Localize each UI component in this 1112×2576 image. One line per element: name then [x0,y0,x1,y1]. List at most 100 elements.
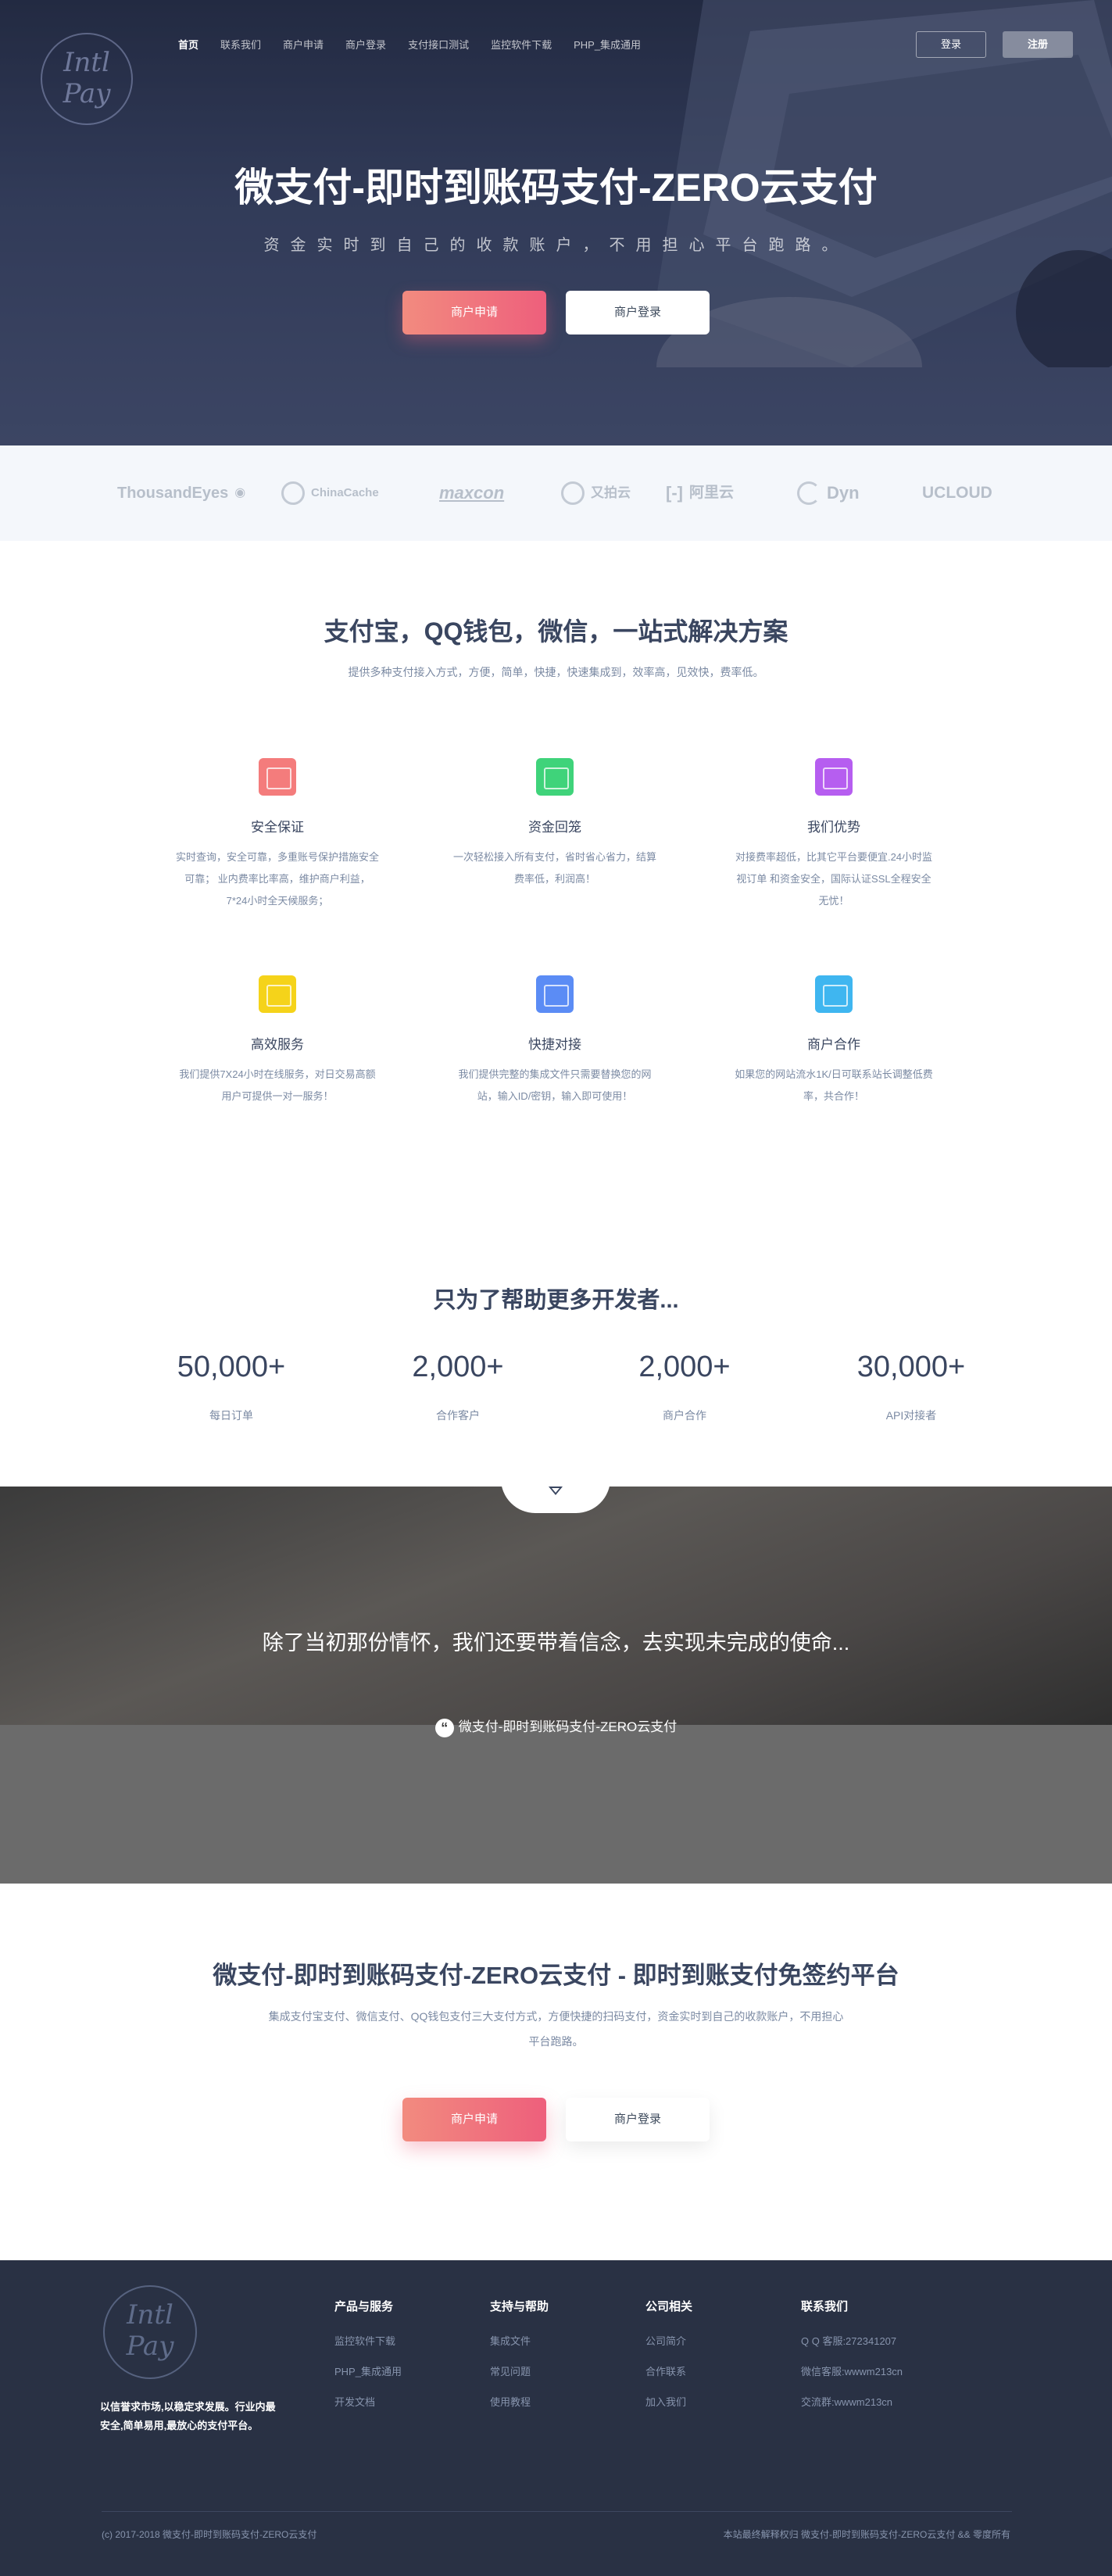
cta-login-button[interactable]: 商户登录 [566,2098,710,2141]
feature-title: 高效服务 [251,1037,304,1052]
footer-link[interactable]: 加入我们 [645,2394,692,2409]
footer-divider [102,2511,1012,2512]
feature-desc: 我们提供7X24小时在线服务，对日交易高额用户可提供一对一服务！ [179,1068,376,1102]
feature-quick-integration: 快捷对接 我们提供完整的集成文件只需要替换您的网站，输入ID/密钥，输入即可使用… [438,975,672,1107]
quote-source: “ 微支付-即时到账码支付-ZERO云支付 [0,1716,1112,1737]
feature-title: 资金回笼 [528,820,581,835]
layout-icon [815,758,853,796]
scroll-down-notch[interactable] [501,1479,610,1513]
edit-icon [536,975,574,1013]
footer-col-title: 联系我们 [801,2300,849,2313]
expand-icon [815,975,853,1013]
partner-logo-maxcon: maxcon [439,483,505,503]
feature-advantage: 我们优势 对接费率超低，比其它平台要便宜.24小时监视订单 和资金安全，国际认证… [717,758,951,912]
stat-merchants: 2,000+ 商户合作 [567,1351,802,1423]
quote-band [0,1487,1112,1884]
nav-api-test[interactable]: 支付接口测试 [408,37,469,52]
quote-text: 除了当初那份情怀，我们还要带着信念，去实现未完成的使命... [262,1631,850,1655]
feature-desc: 如果您的网站流水1K/日可联系站长调整低费率，共合作！ [735,1068,933,1102]
stat-number: 2,000+ [638,1351,731,1383]
feature-fund-return: 资金回笼 一次轻松接入所有支付，省时省心省力，结算费率低，利润高！ [438,758,672,890]
footer-logo[interactable]: Intl Pay [103,2285,197,2379]
feature-title: 我们优势 [807,820,860,835]
footer-copyright: (c) 2017-2018 微支付-即时到账码支付-ZERO云支付 [102,2529,317,2540]
dyn-icon [797,481,821,505]
stats-title: 只为了帮助更多开发者... [433,1288,679,1313]
footer-link[interactable]: 集成文件 [490,2333,549,2348]
site-logo[interactable]: Intl Pay [41,33,133,125]
feature-desc: 对接费率超低，比其它平台要便宜.24小时监视订单 和资金安全，国际认证SSL全程… [735,851,933,907]
stat-label: 商户合作 [663,1409,706,1422]
eye-icon: ◉ [234,486,246,499]
upyun-icon [561,481,585,505]
footer-col-title: 公司相关 [645,2300,693,2313]
footer-link[interactable]: 常见问题 [490,2363,549,2378]
stat-label: 每日订单 [209,1409,253,1422]
login-button[interactable]: 登录 [916,31,986,58]
partner-logo-aliyun: [-] 阿里云 [666,480,734,506]
partner-logo-ucloud: UCLOUD [922,484,992,502]
feature-desc: 一次轻松接入所有支付，省时省心省力，结算费率低，利润高！ [453,851,657,885]
feature-service: 高效服务 我们提供7X24小时在线服务，对日交易高额用户可提供一对一服务！ [160,975,395,1107]
stat-clients: 2,000+ 合作客户 [341,1351,575,1423]
footer-about: 以信誉求市场,以稳定求发展。行业内最安全,简单易用,最放心的支付平台。 [100,2401,276,2431]
chart-icon [259,975,296,1013]
nav-contact[interactable]: 联系我们 [220,37,261,52]
footer-contact-wechat: 微信客服:wwwm213cn [801,2366,903,2377]
cta-title: 微支付-即时到账码支付-ZERO云支付 - 即时到账支付免签约平台 [213,1962,899,1989]
quote-icon: “ [434,1718,454,1737]
stat-number: 50,000+ [177,1351,286,1383]
hero-section [0,0,1112,445]
solutions-title: 支付宝，QQ钱包，微信，一站式解决方案 [324,617,788,646]
footer-contact-group: 交流群:wwwm213cn [801,2396,893,2408]
document-icon [259,758,296,796]
quote-band-lower [0,1725,1112,1884]
hero-apply-button[interactable]: 商户申请 [402,291,546,335]
nav-merchant-apply[interactable]: 商户申请 [283,37,324,52]
partner-logo-upyun: 又拍云 [561,480,631,506]
code-icon [536,758,574,796]
footer-col-products: 产品与服务 监控软件下载 PHP_集成通用 开发文档 [334,2298,402,2424]
stat-number: 30,000+ [856,1351,966,1383]
footer-link[interactable]: 公司简介 [645,2333,692,2348]
footer-col-contact: 联系我们 Q Q 客服:272341207 微信客服:wwwm213cn 交流群… [801,2298,903,2424]
feature-desc: 实时查询，安全可靠，多重账号保护措施安全可靠； 业内费率比率高，维护商户利益，7… [176,851,380,907]
footer-rights: 本站最终解释权归 微支付-即时到账码支付-ZERO云支付 && 零度所有 [723,2529,1010,2540]
partner-logos: ThousandEyes ◉ ChinaCache maxcon 又拍云 [-] 阿… [0,445,1112,541]
partner-logo-dyn: Dyn [797,480,860,506]
cta-apply-button[interactable]: 商户申请 [402,2098,546,2141]
quote-background-image [0,1487,1112,1725]
stat-label: API对接者 [885,1409,937,1422]
hero-subtitle: 资金实时到自己的收款账户，不用担心平台跑路。 [263,237,849,254]
triangle-down-icon-inner [552,1488,560,1493]
footer-link[interactable]: PHP_集成通用 [334,2363,402,2378]
cta-desc-line1: 集成支付宝支付、微信支付、QQ钱包支付三大支付方式，方便快捷的扫码支付，资金实时… [268,2010,844,2023]
footer-link[interactable]: 监控软件下载 [334,2333,402,2348]
nav-php-sdk[interactable]: PHP_集成通用 [574,37,641,52]
register-button[interactable]: 注册 [1003,31,1073,58]
footer-link[interactable]: 合作联系 [645,2363,692,2378]
nav-home[interactable]: 首页 [178,37,198,52]
stat-api-users: 30,000+ API对接者 [794,1351,1028,1423]
footer-col-title: 产品与服务 [334,2300,394,2313]
partner-logo-thousandeyes: ThousandEyes ◉ [117,480,245,506]
cta-desc-line2: 平台跑路。 [528,2035,584,2048]
solutions-subtitle: 提供多种支付接入方式，方便，简单，快捷，快速集成到，效率高，见效快，费率低。 [348,666,764,678]
nav-merchant-login[interactable]: 商户登录 [345,37,386,52]
chinacache-icon [281,481,305,505]
feature-security: 安全保证 实时查询，安全可靠，多重账号保护措施安全可靠； 业内费率比率高，维护商… [160,758,395,912]
quote-source-text: 微支付-即时到账码支付-ZERO云支付 [458,1719,678,1734]
footer-col-company: 公司相关 公司简介 合作联系 加入我们 [645,2298,692,2424]
footer-link[interactable]: 使用教程 [490,2394,549,2409]
feature-cooperation: 商户合作 如果您的网站流水1K/日可联系站长调整低费率，共合作！ [717,975,951,1107]
nav-monitor-download[interactable]: 监控软件下载 [491,37,552,52]
feature-title: 快捷对接 [528,1037,581,1052]
aliyun-icon: [-] [666,483,683,503]
footer-col-support: 支持与帮助 集成文件 常见问题 使用教程 [490,2298,549,2424]
hero-login-button[interactable]: 商户登录 [566,291,710,335]
footer-col-title: 支持与帮助 [490,2300,549,2313]
hero-overlay [0,0,1112,445]
footer-contact-qq: Q Q 客服:272341207 [801,2335,897,2347]
footer-link[interactable]: 开发文档 [334,2394,402,2409]
partner-logo-chinacache: ChinaCache [281,480,379,506]
